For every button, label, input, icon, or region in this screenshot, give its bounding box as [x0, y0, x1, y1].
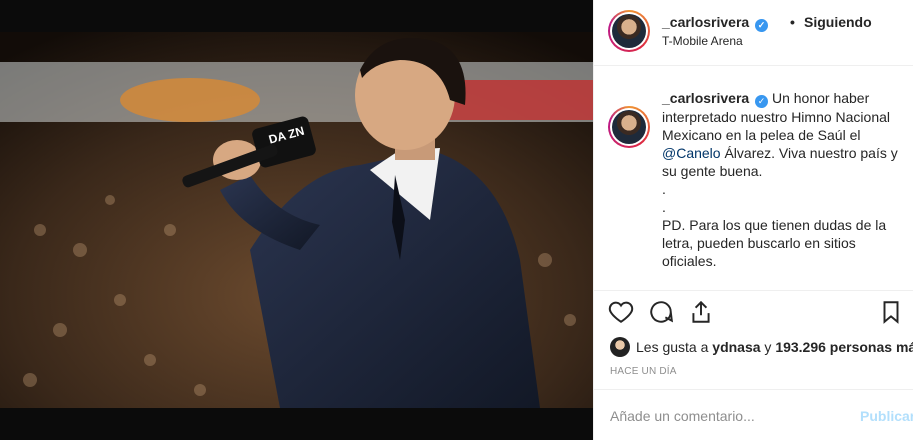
- liker-avatar[interactable]: [610, 337, 630, 357]
- following-button[interactable]: Siguiendo: [804, 14, 872, 30]
- author-avatar-image: [612, 14, 646, 48]
- location-link[interactable]: T-Mobile Arena: [662, 34, 743, 48]
- publish-button[interactable]: Publicar: [860, 408, 913, 424]
- liker-username[interactable]: ydnasa: [712, 339, 760, 355]
- caption-line: .: [662, 199, 666, 215]
- caption-author-avatar-image: [612, 110, 646, 144]
- caption-author-avatar[interactable]: [608, 106, 650, 148]
- post-details-panel: _carlosrivera ✓ • Siguiendo T-Mobile Are…: [593, 0, 913, 440]
- instagram-post: DA ZN _carlosrivera ✓ • Siguiendo T-Mobi…: [0, 0, 913, 440]
- singer-photo-illustration: DA ZN: [0, 0, 593, 440]
- post-photo[interactable]: DA ZN: [0, 0, 593, 440]
- author-username[interactable]: _carlosrivera: [662, 14, 749, 30]
- verified-badge-icon: ✓: [755, 19, 769, 32]
- add-comment-bar: Añade un comentario... Publicar: [594, 389, 913, 440]
- likes-prefix: Les gusta a: [636, 339, 709, 355]
- heart-icon[interactable]: [608, 299, 638, 329]
- action-bar: [594, 290, 913, 338]
- mention-link[interactable]: @Canelo: [662, 145, 721, 161]
- author-avatar[interactable]: [608, 10, 650, 52]
- likes-connector: y: [764, 339, 772, 355]
- post-caption: _carlosrivera ✓ Un honor haber interpret…: [662, 89, 902, 270]
- comment-bubble-icon[interactable]: [648, 299, 678, 329]
- verified-badge-icon: ✓: [755, 95, 769, 108]
- separator-dot: •: [790, 14, 795, 30]
- caption-username[interactable]: _carlosrivera: [662, 90, 749, 106]
- bookmark-icon[interactable]: [878, 299, 908, 329]
- caption-text: PD. Para los que tienen dudas de la letr…: [662, 217, 887, 269]
- share-icon[interactable]: [688, 299, 718, 329]
- post-timestamp[interactable]: Hace un día: [610, 366, 677, 377]
- comment-input[interactable]: Añade un comentario...: [610, 408, 840, 424]
- post-header: _carlosrivera ✓ • Siguiendo T-Mobile Are…: [594, 0, 913, 66]
- caption-line: .: [662, 181, 666, 197]
- likes-count[interactable]: 193.296 personas más: [775, 339, 913, 355]
- caption-area: _carlosrivera ✓ Un honor haber interpret…: [594, 67, 913, 289]
